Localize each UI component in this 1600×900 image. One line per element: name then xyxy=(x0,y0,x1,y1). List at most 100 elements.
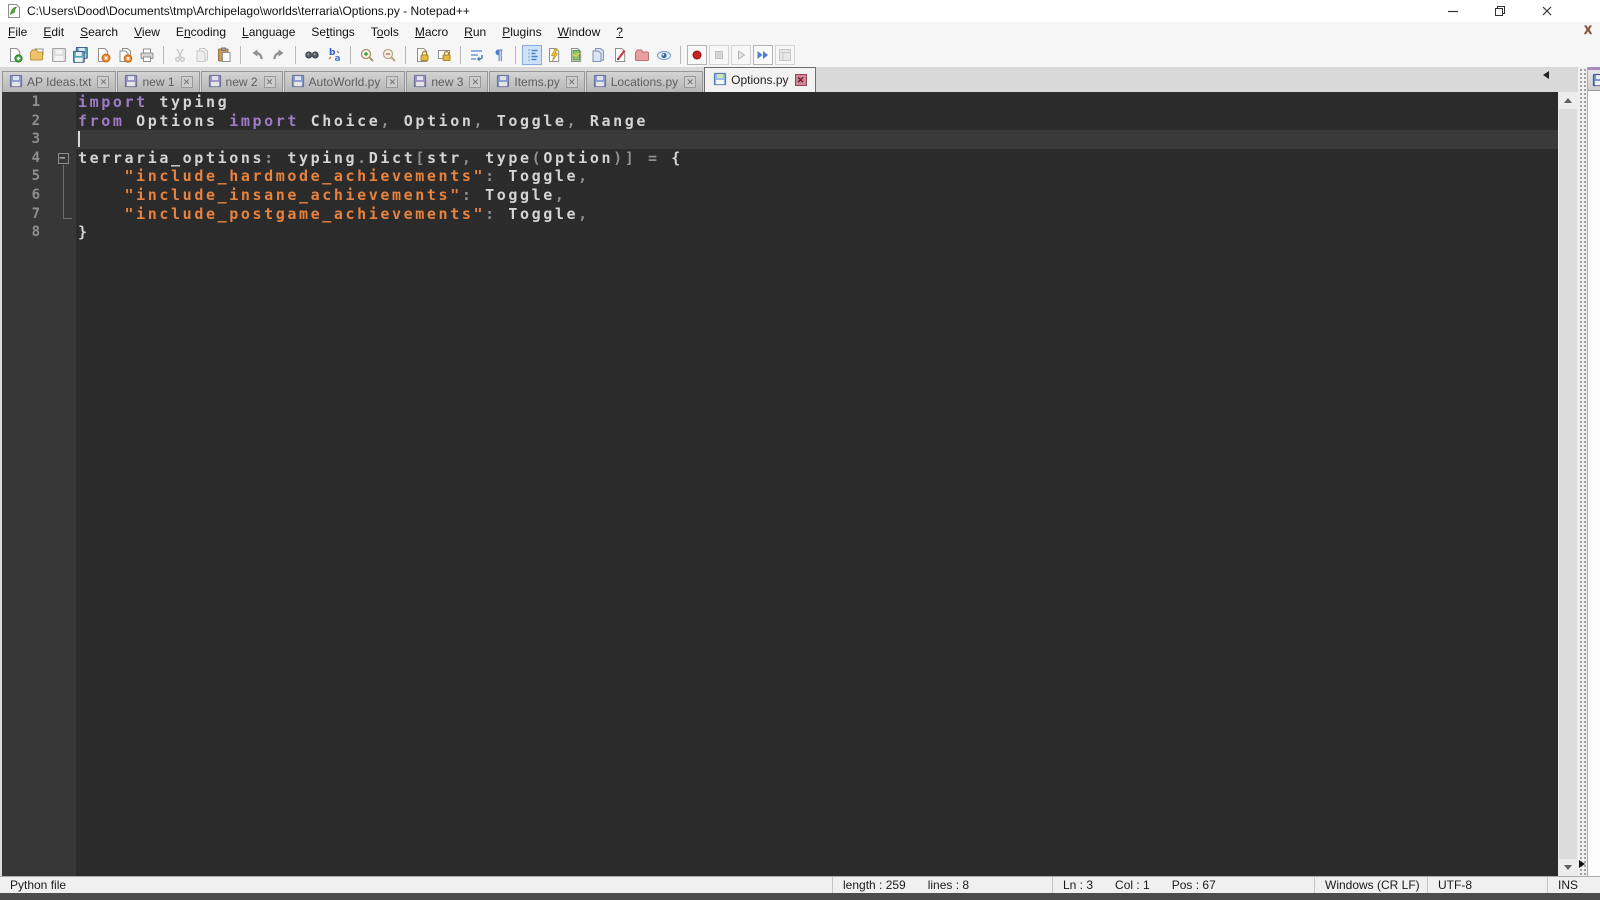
folder-as-workspace-icon[interactable] xyxy=(632,45,652,65)
word-wrap-icon[interactable] xyxy=(467,45,487,65)
tab-locations-py[interactable]: Locations.py ✕ xyxy=(585,71,704,92)
close-all-docs-icon[interactable] xyxy=(115,45,135,65)
monitoring-icon[interactable] xyxy=(654,45,674,65)
fold-collapse-icon[interactable]: − xyxy=(50,149,76,168)
line-number: 5 xyxy=(31,168,40,185)
line-number: 8 xyxy=(31,224,40,241)
open-folder-icon[interactable] xyxy=(27,45,47,65)
close-doc-icon[interactable] xyxy=(93,45,113,65)
menu-run[interactable]: Run xyxy=(456,23,494,41)
macro-stop-icon[interactable] xyxy=(709,44,729,65)
unsaved-file-icon xyxy=(208,74,226,91)
fold-margin xyxy=(50,167,76,187)
status-bar: Python file length : 259 lines : 8 Ln : 3… xyxy=(0,876,1600,893)
tab-close-icon[interactable]: ✕ xyxy=(263,76,276,88)
svg-text:¶: ¶ xyxy=(495,48,504,63)
scrollbar-up-icon[interactable] xyxy=(1558,92,1578,109)
document-close-icon[interactable]: X xyxy=(1584,23,1592,37)
tab-bar: AP Ideas.txt ✕ new 1 ✕ new 2 ✕ AutoWorld.py ✕ ne… xyxy=(0,67,1578,92)
status-eol-format[interactable]: Windows (CR LF) xyxy=(1315,877,1428,893)
menu-language[interactable]: Language xyxy=(234,23,303,41)
menu-plugins[interactable]: Plugins xyxy=(494,23,549,41)
sync-scroll-v-icon[interactable] xyxy=(412,45,432,65)
macro-play-icon[interactable] xyxy=(731,44,751,65)
tab-close-icon[interactable]: ✕ xyxy=(794,74,807,86)
code-text: import typing xyxy=(78,93,230,111)
vertical-scrollbar[interactable] xyxy=(1558,92,1578,876)
menu-file[interactable]: File xyxy=(0,23,35,41)
close-window-icon[interactable] xyxy=(1523,0,1570,22)
menu-encoding[interactable]: Encoding xyxy=(168,23,234,41)
menu-settings[interactable]: Settings xyxy=(303,23,362,41)
tab-label: new 1 xyxy=(142,75,175,89)
indent-guide-icon[interactable] xyxy=(522,44,542,65)
saved-file-icon xyxy=(291,74,309,91)
scrollbar-down-icon[interactable] xyxy=(1558,859,1578,876)
save-icon[interactable] xyxy=(49,45,69,65)
saved-file-icon xyxy=(593,74,611,91)
define-language-icon[interactable] xyxy=(544,45,564,65)
sync-scroll-h-icon[interactable] xyxy=(434,45,454,65)
function-list-icon[interactable] xyxy=(610,45,630,65)
title-bar[interactable]: C:\Users\Dood\Documents\tmp\Archipelago\… xyxy=(0,0,1600,22)
tab-autoworld-py[interactable]: AutoWorld.py ✕ xyxy=(283,71,406,92)
scrollbar-thumb[interactable] xyxy=(1559,109,1577,859)
save-all-icon[interactable] xyxy=(71,45,91,65)
tab-close-icon[interactable]: ✕ xyxy=(180,76,193,88)
status-encoding[interactable]: UTF-8 xyxy=(1428,877,1548,893)
svg-text:a: a xyxy=(335,54,341,63)
cut-icon[interactable] xyxy=(170,45,190,65)
code-text: "include_insane_achievements": Toggle, xyxy=(124,186,567,204)
macro-save-icon[interactable] xyxy=(775,44,795,65)
splitter-collapse-icon[interactable] xyxy=(1579,860,1585,868)
tab-close-icon[interactable]: ✕ xyxy=(469,76,482,88)
redo-icon[interactable] xyxy=(269,45,289,65)
tab-close-icon[interactable]: ✕ xyxy=(684,76,697,88)
copy-icon[interactable] xyxy=(192,45,212,65)
menu-macro[interactable]: Macro xyxy=(407,23,456,41)
paste-icon[interactable] xyxy=(214,45,234,65)
code-text: "include_hardmode_achievements": Toggle, xyxy=(124,167,590,186)
menu-view[interactable]: View xyxy=(126,23,168,41)
new-file-icon[interactable] xyxy=(5,45,25,65)
minimize-window-icon[interactable] xyxy=(1429,0,1476,22)
zoom-in-icon[interactable] xyxy=(357,45,377,65)
tab-new-3[interactable]: new 3 ✕ xyxy=(406,71,489,92)
code-line-5: 5 "include_hardmode_achievements": Toggl… xyxy=(2,167,1558,187)
menu-tools[interactable]: Tools xyxy=(363,23,407,41)
saved-file-icon xyxy=(713,72,731,89)
tab-ap-ideas-txt[interactable]: AP Ideas.txt ✕ xyxy=(2,71,117,92)
toolbar-separator xyxy=(460,45,461,64)
document-list-icon[interactable] xyxy=(588,45,608,65)
tab-close-icon[interactable]: ✕ xyxy=(386,76,399,88)
code-text xyxy=(76,130,1558,150)
docked-pane-sliver xyxy=(1587,67,1600,876)
code-editor[interactable]: 1 import typing 2 from Options import Choic… xyxy=(0,92,1558,876)
replace-icon[interactable]: ba xyxy=(324,45,344,65)
document-map-icon[interactable] xyxy=(566,45,586,65)
tab-new-2[interactable]: new 2 ✕ xyxy=(200,71,283,92)
macro-run-multi-icon[interactable] xyxy=(753,44,773,65)
tab-scroll-left-icon[interactable] xyxy=(1543,71,1549,79)
print-icon[interactable] xyxy=(137,45,157,65)
tab-close-icon[interactable]: ✕ xyxy=(97,76,110,88)
docked-pane-tab[interactable] xyxy=(1588,67,1600,91)
macro-record-icon[interactable] xyxy=(687,44,707,65)
tab-items-py[interactable]: Items.py ✕ xyxy=(489,71,585,92)
menu-edit[interactable]: Edit xyxy=(35,23,72,41)
tab-close-icon[interactable]: ✕ xyxy=(565,76,578,88)
menu-search[interactable]: Search xyxy=(72,23,126,41)
unsaved-file-icon xyxy=(413,74,431,91)
undo-icon[interactable] xyxy=(247,45,267,65)
restore-window-icon[interactable] xyxy=(1476,0,1523,22)
show-all-chars-icon[interactable]: ¶ xyxy=(489,45,509,65)
tab-label: Locations.py xyxy=(610,75,679,89)
tab-new-1[interactable]: new 1 ✕ xyxy=(117,71,200,92)
find-icon[interactable] xyxy=(302,45,322,65)
menu-[interactable]: ? xyxy=(608,23,631,41)
status-typing-mode[interactable]: INS xyxy=(1548,877,1600,893)
menu-window[interactable]: Window xyxy=(550,23,609,41)
zoom-out-icon[interactable] xyxy=(379,45,399,65)
view-splitter-grip[interactable] xyxy=(1578,67,1587,876)
tab-options-py[interactable]: Options.py ✕ xyxy=(704,67,816,92)
